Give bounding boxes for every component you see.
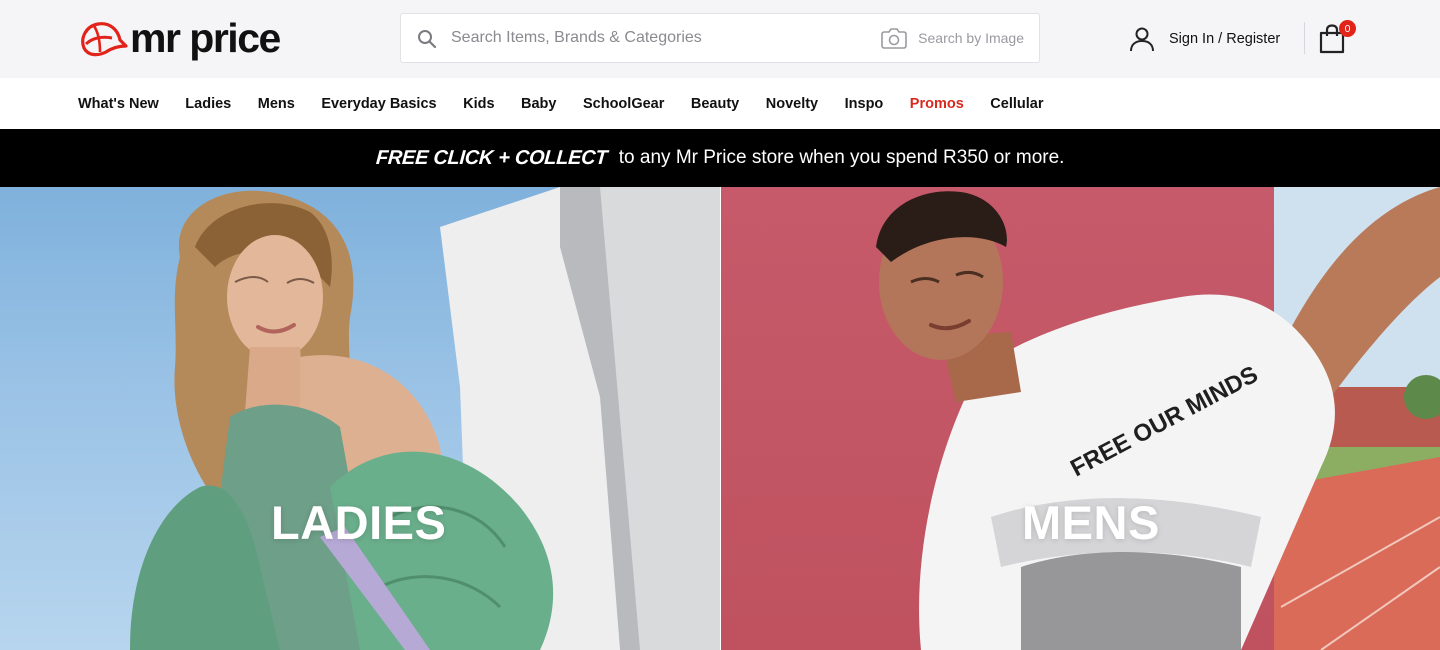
search-icon[interactable] <box>417 29 437 49</box>
header-divider <box>1304 22 1305 54</box>
user-icon <box>1130 27 1154 52</box>
cart-button[interactable]: 0 <box>1317 20 1357 56</box>
hero-mens-panel[interactable]: FREE OUR MINDS MENS <box>721 187 1440 650</box>
promo-text: to any Mr Price store when you spend R35… <box>618 147 1065 168</box>
search-input[interactable] <box>451 14 851 62</box>
nav-item-inspo[interactable]: Inspo <box>845 96 884 112</box>
cap-logo-icon <box>81 22 128 57</box>
sign-in-register-link[interactable]: Sign In / Register <box>1128 24 1280 54</box>
promo-highlight: FREE CLICK + COLLECT <box>374 146 608 169</box>
mens-hero-image: FREE OUR MINDS <box>876 187 1440 650</box>
nav-item-beauty[interactable]: Beauty <box>691 96 739 112</box>
search-by-image-label: Search by Image <box>918 30 1024 46</box>
search-bar: Search by Image <box>400 13 1040 63</box>
ladies-hero-label: LADIES <box>271 496 447 549</box>
nav-item-ladies[interactable]: Ladies <box>185 96 231 112</box>
camera-icon <box>881 28 907 49</box>
nav-item-kids[interactable]: Kids <box>463 96 494 112</box>
cart-count-badge: 0 <box>1339 20 1356 37</box>
nav-item-cellular[interactable]: Cellular <box>990 96 1043 112</box>
nav-item-baby[interactable]: Baby <box>521 96 556 112</box>
logo[interactable]: mr price <box>78 14 281 62</box>
search-by-image-button[interactable]: Search by Image <box>881 14 1024 62</box>
promo-banner[interactable]: FREE CLICK + COLLECT to any Mr Price sto… <box>0 129 1440 187</box>
nav-item-promos[interactable]: Promos <box>910 96 964 112</box>
nav-item-whats-new[interactable]: What's New <box>78 96 159 112</box>
nav-item-mens[interactable]: Mens <box>258 96 295 112</box>
nav-item-novelty[interactable]: Novelty <box>766 96 818 112</box>
nav-item-everyday-basics[interactable]: Everyday Basics <box>321 96 436 112</box>
brand-name: mr price <box>130 14 281 61</box>
ladies-hero-image <box>130 187 720 650</box>
main-navigation: What's New Ladies Mens Everyday Basics K… <box>0 78 1440 129</box>
nav-item-schoolgear[interactable]: SchoolGear <box>583 96 664 112</box>
site-header: mr price Search by Image Sign In / Regis… <box>0 0 1440 78</box>
sign-in-label: Sign In / Register <box>1169 31 1281 47</box>
mens-hero-label: MENS <box>1022 496 1160 549</box>
hero-ladies-panel[interactable]: LADIES <box>0 187 720 650</box>
